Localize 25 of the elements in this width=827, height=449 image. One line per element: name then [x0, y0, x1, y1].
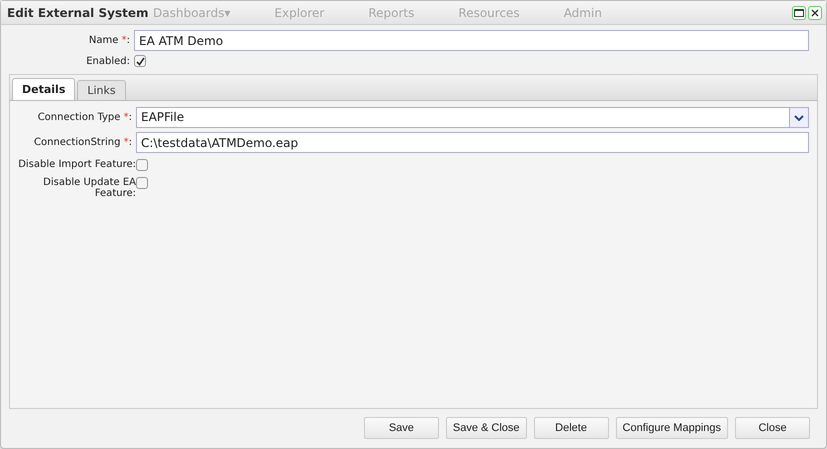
maximize-button[interactable]: [792, 6, 806, 20]
dialog-button[interactable]: Configure Mappings: [616, 417, 728, 439]
window-title: Edit External System: [7, 6, 150, 20]
field-label: Disable Update EA Feature:: [42, 177, 136, 199]
select-field[interactable]: EAPFile: [136, 107, 809, 128]
tab[interactable]: Details: [12, 78, 76, 100]
close-icon: [811, 8, 819, 16]
dialog-button[interactable]: Close: [735, 417, 810, 439]
maximize-icon: [794, 8, 804, 16]
field-label: ConnectionString *:: [33, 137, 133, 148]
field-label: Disable Import Feature:: [17, 159, 136, 170]
checkbox[interactable]: [134, 55, 146, 67]
dialog-button[interactable]: Save & Close: [446, 417, 527, 439]
field-label: Name *:: [88, 35, 131, 46]
checkbox[interactable]: [136, 159, 148, 171]
name-field[interactable]: EA ATM Demo: [134, 30, 809, 51]
field-label: Connection Type *:: [36, 112, 133, 123]
field-label: Enabled:: [85, 56, 131, 66]
close-button[interactable]: [808, 6, 822, 20]
input-field[interactable]: C:\testdata\ATMDemo.eap: [136, 132, 809, 153]
dropdown-icon: [794, 114, 804, 120]
dialog-button[interactable]: Delete: [534, 417, 609, 439]
checkbox[interactable]: [136, 177, 148, 189]
dialog-button[interactable]: Save: [364, 417, 439, 439]
tab[interactable]: Links: [77, 80, 126, 100]
